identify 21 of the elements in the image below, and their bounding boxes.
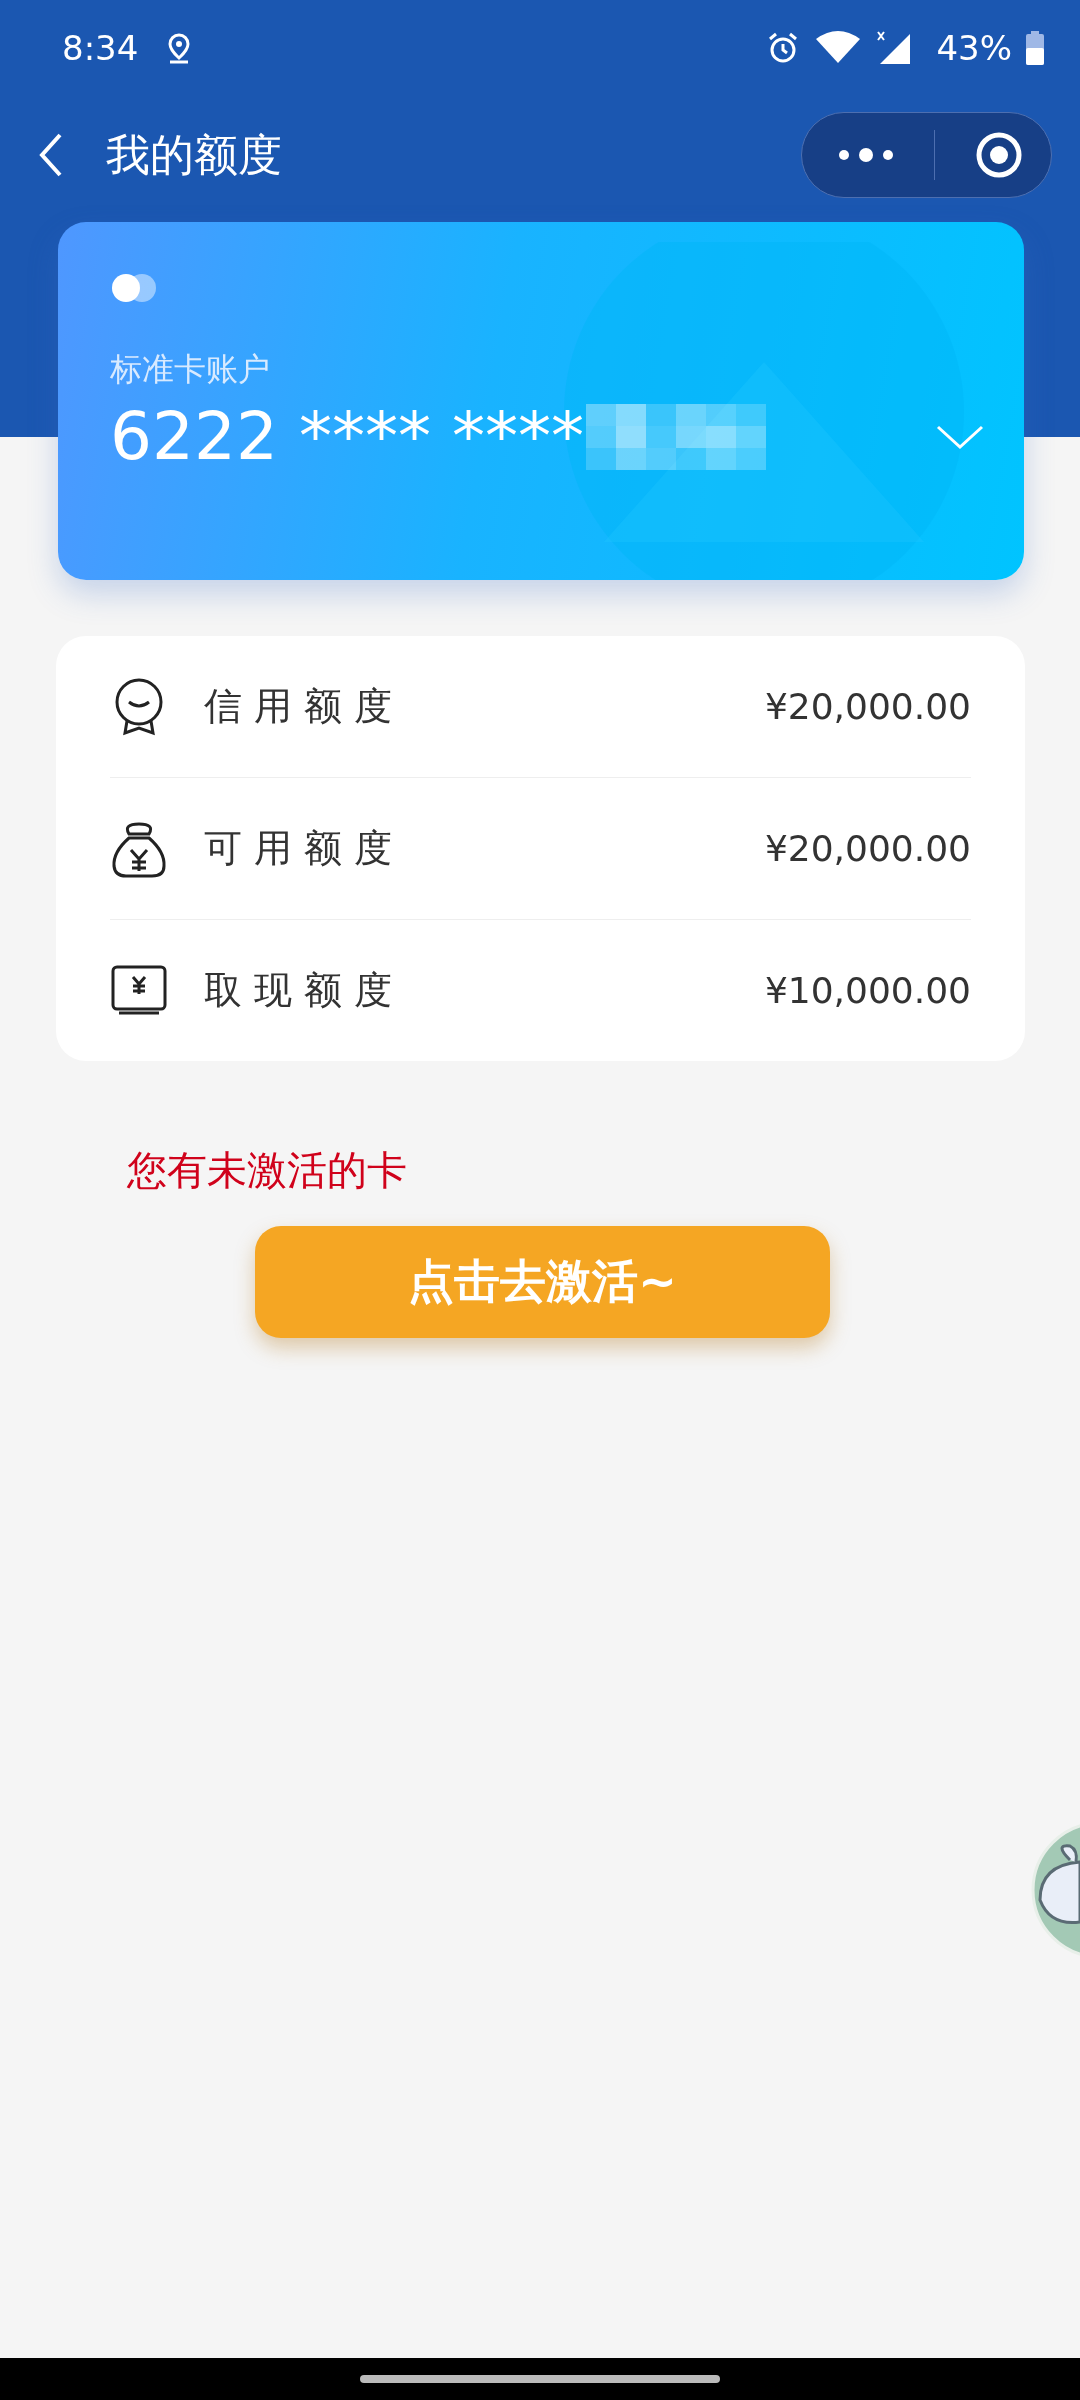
battery-percent: 43% bbox=[936, 27, 1012, 68]
limit-amount: ¥10,000.00 bbox=[764, 970, 971, 1011]
signal-icon bbox=[876, 29, 913, 66]
bank-card[interactable]: 标准卡账户 6222 **** **** bbox=[58, 222, 1024, 580]
limit-amount: ¥20,000.00 bbox=[764, 828, 971, 869]
battery-icon bbox=[1026, 30, 1044, 65]
back-icon[interactable] bbox=[38, 132, 64, 178]
limit-label: 取 现 额 度 bbox=[204, 967, 393, 1014]
wifi-icon bbox=[814, 30, 863, 65]
limit-label: 信 用 额 度 bbox=[204, 683, 393, 730]
more-icon[interactable] bbox=[838, 147, 894, 163]
inactive-card-notice: 您有未激活的卡 bbox=[127, 1146, 407, 1195]
account-type: 标准卡账户 bbox=[110, 349, 270, 390]
activate-button[interactable]: 点击去激活~ bbox=[255, 1226, 830, 1338]
status-time: 8:34 bbox=[62, 27, 139, 68]
limit-label: 可 用 额 度 bbox=[204, 825, 393, 872]
limit-amount: ¥20,000.00 bbox=[764, 686, 971, 727]
page-title: 我的额度 bbox=[106, 127, 282, 182]
card-number: 6222 **** **** bbox=[110, 398, 584, 475]
close-icon[interactable] bbox=[975, 131, 1023, 179]
cash-note-icon bbox=[110, 964, 168, 1017]
